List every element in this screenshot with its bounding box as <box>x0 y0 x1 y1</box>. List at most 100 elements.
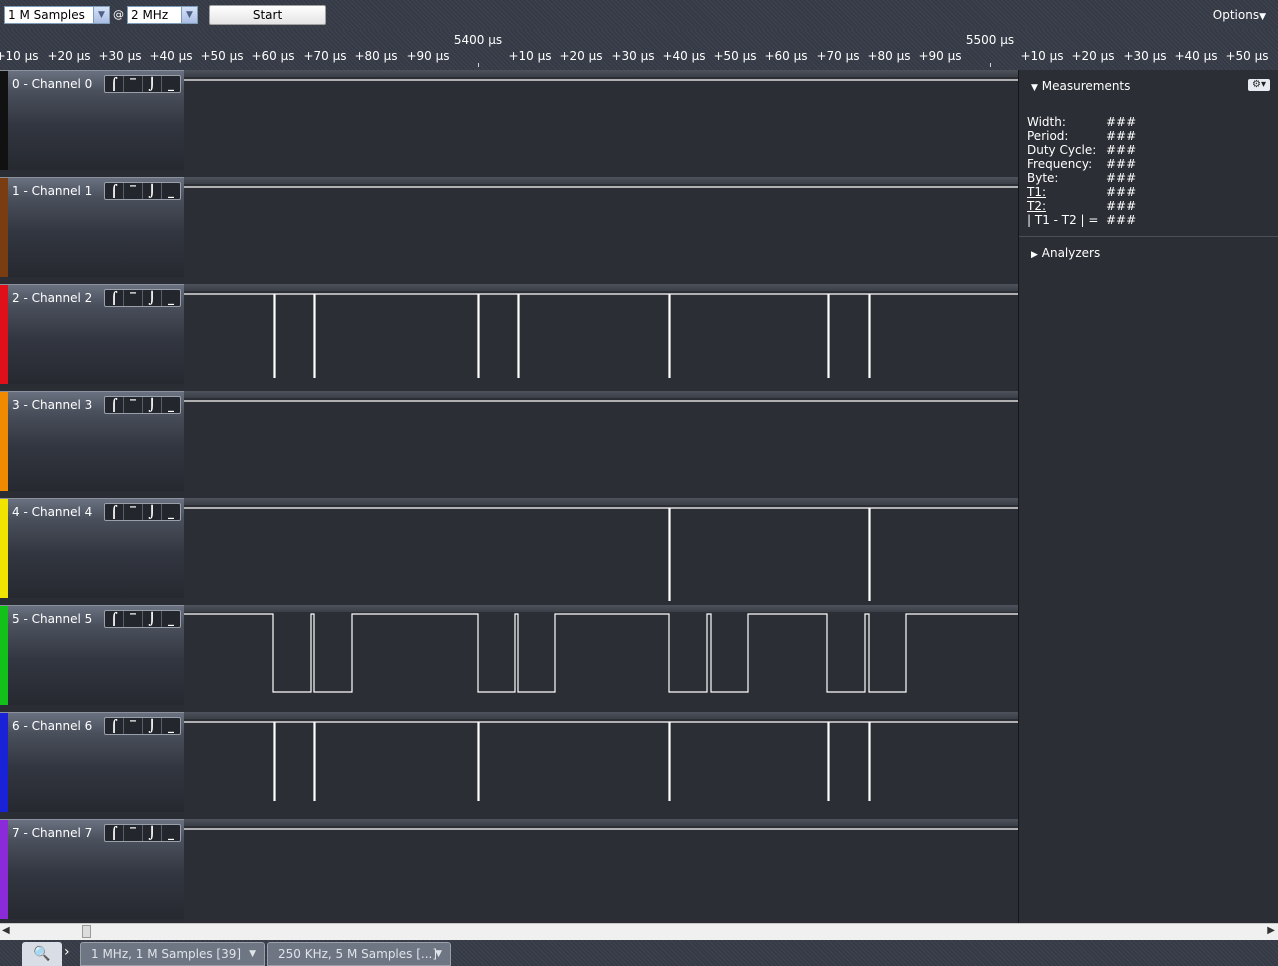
high-level-trigger-icon[interactable]: ‾ <box>124 183 143 199</box>
options-menu-button[interactable]: Options▼ <box>1213 8 1266 22</box>
chevron-down-icon[interactable]: ▼ <box>181 7 197 23</box>
measurement-value: ### <box>1106 171 1137 185</box>
channel-label-3[interactable]: 3 - Channel 3 ⌠ ‾ ⌡ _ <box>0 391 184 491</box>
trigger-buttons: ⌠ ‾ ⌡ _ <box>104 75 181 93</box>
low-level-trigger-icon[interactable]: _ <box>162 183 180 199</box>
tab-session-2[interactable]: 250 KHz, 5 M Samples [...] ▼ <box>267 942 451 966</box>
high-level-trigger-icon[interactable]: ‾ <box>124 504 143 520</box>
sample-rate-select[interactable]: 2 MHz ▼ <box>127 6 198 24</box>
measurement-label: Frequency: <box>1027 157 1093 171</box>
high-level-trigger-icon[interactable]: ‾ <box>124 290 143 306</box>
channel-name: 0 - Channel 0 <box>12 77 93 91</box>
measurement-value: ### <box>1106 213 1137 227</box>
tab-label: 1 MHz, 1 M Samples [39] <box>91 947 242 961</box>
channel-4-waveform <box>184 507 1018 601</box>
rising-edge-trigger-icon[interactable]: ⌠ <box>105 397 124 413</box>
low-level-trigger-icon[interactable]: _ <box>162 718 180 734</box>
rising-edge-trigger-icon[interactable]: ⌠ <box>105 611 124 627</box>
channel-label-4[interactable]: 4 - Channel 4 ⌠ ‾ ⌡ _ <box>0 498 184 598</box>
trigger-buttons: ⌠ ‾ ⌡ _ <box>104 610 181 628</box>
falling-edge-trigger-icon[interactable]: ⌡ <box>143 290 162 306</box>
chevron-down-icon[interactable]: ▼ <box>93 7 109 23</box>
ruler-tick-label: +70 µs <box>816 49 860 63</box>
rising-edge-trigger-icon[interactable]: ⌠ <box>105 76 124 92</box>
chevron-down-icon[interactable]: ▼ <box>435 943 442 965</box>
falling-edge-trigger-icon[interactable]: ⌡ <box>143 76 162 92</box>
rising-edge-trigger-icon[interactable]: ⌠ <box>105 718 124 734</box>
high-level-trigger-icon[interactable]: ‾ <box>124 611 143 627</box>
low-level-trigger-icon[interactable]: _ <box>162 76 180 92</box>
ruler-tick-label: +40 µs <box>149 49 193 63</box>
low-level-trigger-icon[interactable]: _ <box>162 611 180 627</box>
low-level-trigger-icon[interactable]: _ <box>162 397 180 413</box>
channel-name: 5 - Channel 5 <box>12 612 93 626</box>
at-symbol: @ <box>113 8 124 21</box>
ruler-tick-label: +50 µs <box>1225 49 1269 63</box>
chevron-right-icon[interactable]: › <box>64 944 70 960</box>
horizontal-scrollbar[interactable]: ◀ ▶ <box>0 923 1278 940</box>
ruler-tick-label: +10 µs <box>508 49 552 63</box>
rising-edge-trigger-icon[interactable]: ⌠ <box>105 183 124 199</box>
channel-name: 3 - Channel 3 <box>12 398 93 412</box>
ruler-tick-label: +30 µs <box>1123 49 1167 63</box>
scrollbar-thumb[interactable] <box>82 925 91 938</box>
waveform-area[interactable] <box>184 70 1018 923</box>
ruler-marker <box>478 63 479 67</box>
high-level-trigger-icon[interactable]: ‾ <box>124 825 143 841</box>
falling-edge-trigger-icon[interactable]: ⌡ <box>143 825 162 841</box>
tab-label: 250 KHz, 5 M Samples [...] <box>278 947 438 961</box>
measurement-value: ### <box>1106 185 1137 199</box>
channel-label-1[interactable]: 1 - Channel 1 ⌠ ‾ ⌡ _ <box>0 177 184 277</box>
rate-value: 2 MHz <box>131 8 169 22</box>
channel-color-swatch <box>0 178 8 277</box>
falling-edge-trigger-icon[interactable]: ⌡ <box>143 611 162 627</box>
channel-color-swatch <box>0 285 8 384</box>
high-level-trigger-icon[interactable]: ‾ <box>124 718 143 734</box>
scroll-right-icon[interactable]: ▶ <box>1267 925 1275 936</box>
high-level-trigger-icon[interactable]: ‾ <box>124 76 143 92</box>
ruler-major-label: 5400 µs <box>453 33 503 47</box>
rising-edge-trigger-icon[interactable]: ⌠ <box>105 290 124 306</box>
session-tab-bar: 🔍 › 1 MHz, 1 M Samples [39] ▼ 250 KHz, 5… <box>0 940 1278 966</box>
high-level-trigger-icon[interactable]: ‾ <box>124 397 143 413</box>
falling-edge-trigger-icon[interactable]: ⌡ <box>143 397 162 413</box>
samples-value: 1 M Samples <box>8 8 85 22</box>
expanded-triangle-icon: ▼ <box>1031 83 1038 93</box>
ruler-major-label: 5500 µs <box>965 33 1015 47</box>
ruler-tick-label: +90 µs <box>406 49 450 63</box>
measurement-row: Duty Cycle: ### <box>1027 143 1136 157</box>
channel-label-2[interactable]: 2 - Channel 2 ⌠ ‾ ⌡ _ <box>0 284 184 384</box>
scroll-left-icon[interactable]: ◀ <box>2 925 10 936</box>
ruler-tick-label: +20 µs <box>47 49 91 63</box>
channel-label-0[interactable]: 0 - Channel 0 ⌠ ‾ ⌡ _ <box>0 70 184 170</box>
measurements-header[interactable]: ▼ Measurements <box>1031 79 1130 93</box>
rising-edge-trigger-icon[interactable]: ⌠ <box>105 825 124 841</box>
analyzers-header[interactable]: ▶ Analyzers <box>1031 246 1100 260</box>
channel-label-6[interactable]: 6 - Channel 6 ⌠ ‾ ⌡ _ <box>0 712 184 812</box>
samples-select[interactable]: 1 M Samples ▼ <box>4 6 110 24</box>
channel-color-swatch <box>0 499 8 598</box>
channel-label-7[interactable]: 7 - Channel 7 ⌠ ‾ ⌡ _ <box>0 819 184 919</box>
measurement-label[interactable]: T2: <box>1027 199 1046 213</box>
falling-edge-trigger-icon[interactable]: ⌡ <box>143 504 162 520</box>
chevron-down-icon[interactable]: ▼ <box>249 943 256 965</box>
low-level-trigger-icon[interactable]: _ <box>162 825 180 841</box>
time-ruler[interactable]: +10 µs +20 µs +30 µs +40 µs +50 µs +60 µs +70 … <box>0 30 1278 71</box>
falling-edge-trigger-icon[interactable]: ⌡ <box>143 718 162 734</box>
ruler-tick-label: +50 µs <box>713 49 757 63</box>
start-button[interactable]: Start <box>209 5 326 25</box>
channel-5-waveform <box>184 613 1018 693</box>
measurement-row: Width: ### <box>1027 115 1136 129</box>
channel-name: 6 - Channel 6 <box>12 719 93 733</box>
measurement-row: Frequency: ### <box>1027 157 1136 171</box>
falling-edge-trigger-icon[interactable]: ⌡ <box>143 183 162 199</box>
search-icon[interactable]: 🔍 <box>22 942 62 966</box>
rising-edge-trigger-icon[interactable]: ⌠ <box>105 504 124 520</box>
low-level-trigger-icon[interactable]: _ <box>162 504 180 520</box>
channel-label-5[interactable]: 5 - Channel 5 ⌠ ‾ ⌡ _ <box>0 605 184 705</box>
low-level-trigger-icon[interactable]: _ <box>162 290 180 306</box>
trigger-buttons: ⌠ ‾ ⌡ _ <box>104 717 181 735</box>
gear-icon[interactable]: ⚙▾ <box>1248 79 1270 91</box>
tab-session-1[interactable]: 1 MHz, 1 M Samples [39] ▼ <box>80 942 265 966</box>
measurement-label[interactable]: T1: <box>1027 185 1046 199</box>
